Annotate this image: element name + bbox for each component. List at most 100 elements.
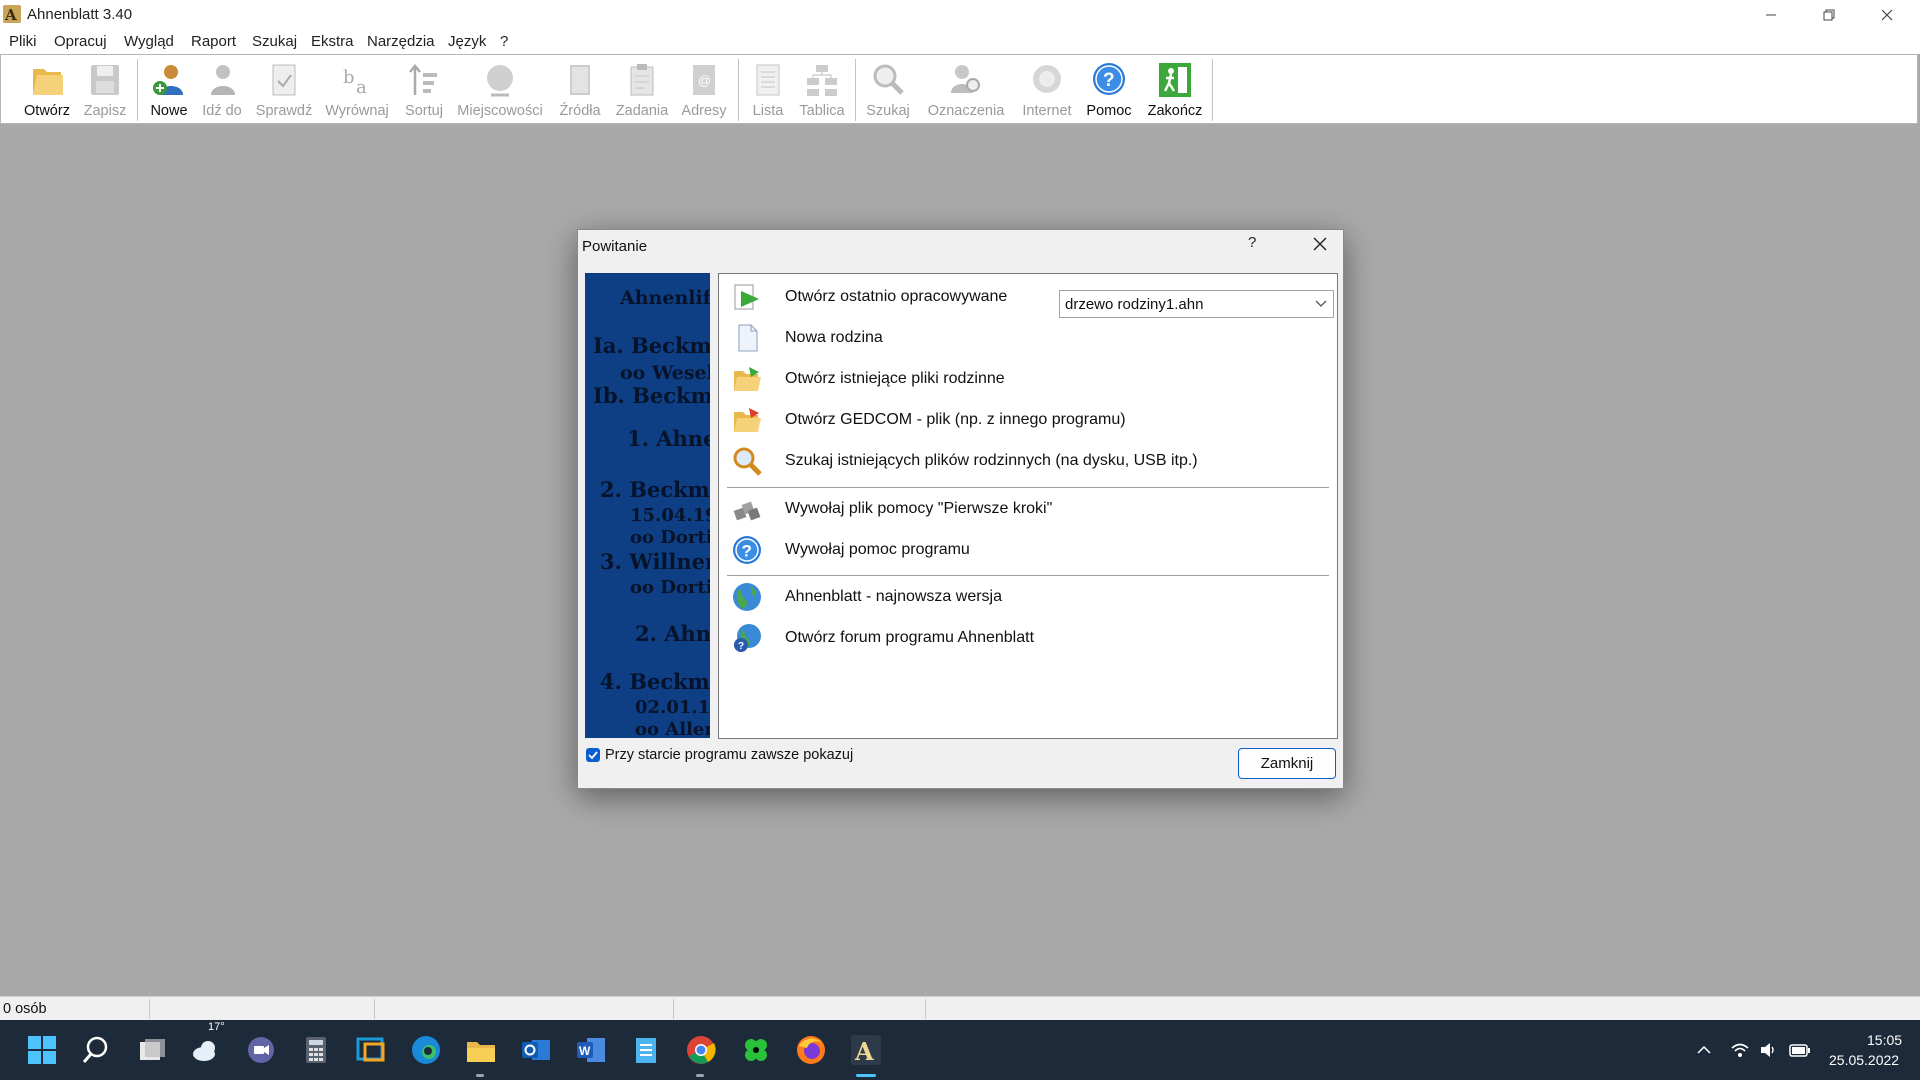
restore-button[interactable] <box>1800 0 1858 30</box>
menu-raport[interactable]: Raport <box>191 33 236 50</box>
dialog-help-button[interactable]: ? <box>1248 234 1256 251</box>
toolbar-marks-button[interactable]: Oznaczenia <box>921 57 1011 123</box>
svg-text:a: a <box>356 77 367 98</box>
menu-ekstra[interactable]: Ekstra <box>311 33 354 50</box>
open-gedcom-item[interactable]: Otwórz GEDCOM - plik (np. z innego progr… <box>731 403 1331 437</box>
svg-text:?: ? <box>742 542 752 561</box>
battery-icon[interactable] <box>1788 1040 1812 1060</box>
new-document-icon <box>738 324 758 352</box>
svg-text:A: A <box>4 6 17 24</box>
weather-icon[interactable] <box>190 1034 222 1066</box>
welcome-actions-panel: Otwórz ostatnio opracowywane drzewo rodz… <box>718 273 1338 739</box>
program-help-item[interactable]: ? Wywołaj pomoc programu <box>731 533 1331 567</box>
notepad-icon[interactable] <box>630 1034 662 1066</box>
svg-text:A: A <box>854 1037 874 1066</box>
open-gedcom-icon <box>734 408 761 432</box>
toolbar-chart-button[interactable]: Tablica <box>795 57 849 123</box>
calculator-icon[interactable] <box>300 1034 332 1066</box>
edge-browser-icon[interactable] <box>410 1034 442 1066</box>
toolbar-help-button[interactable]: ? Pomoc <box>1081 57 1137 123</box>
ahnenliste-banner-image: Ahnenlifte Ia. Beckmann oo Wesel Ib. Bec… <box>585 273 710 738</box>
latest-version-item[interactable]: Ahnenblatt - najnowsza wersja <box>731 580 1331 614</box>
restore-icon <box>1823 9 1835 21</box>
svg-text:W: W <box>579 1044 591 1058</box>
toolbar-align-button[interactable]: ba Wyrównaj <box>319 57 395 123</box>
toolbar-sources-button[interactable]: Źródła <box>551 57 609 123</box>
chevron-down-icon <box>1315 300 1327 307</box>
toolbar-open-button[interactable]: Otwórz <box>17 57 77 123</box>
window-title: Ahnenblatt 3.40 <box>27 6 133 23</box>
open-recent-icon <box>734 284 759 310</box>
menu-jezyk[interactable]: Język <box>448 33 486 50</box>
file-explorer-icon[interactable] <box>465 1034 497 1066</box>
add-person-icon <box>153 65 183 95</box>
first-steps-help-item[interactable]: Wywołaj plik pomocy "Pierwsze kroki" <box>731 492 1331 526</box>
speaker-icon[interactable] <box>1758 1040 1778 1060</box>
search-files-icon <box>733 447 762 476</box>
chrome-icon[interactable] <box>685 1034 717 1066</box>
checkmark-icon <box>588 751 598 760</box>
minimize-button[interactable] <box>1742 0 1800 30</box>
search-icon[interactable] <box>80 1034 112 1066</box>
word-icon[interactable]: W <box>575 1034 607 1066</box>
toolbar-goto-button[interactable]: Idź do <box>195 57 249 123</box>
check-document-icon <box>272 64 296 96</box>
windows-start-icon[interactable] <box>26 1034 58 1066</box>
open-folder-icon <box>734 367 761 391</box>
open-family-files-item[interactable]: Otwórz istniejące pliki rodzinne <box>731 362 1331 396</box>
clover-app-icon[interactable] <box>740 1034 772 1066</box>
toolbar-search-button[interactable]: Szukaj <box>861 57 915 123</box>
toolbar-internet-button[interactable]: Internet <box>1015 57 1079 123</box>
close-dialog-button[interactable]: Zamknij <box>1238 748 1336 779</box>
book-icon <box>570 65 590 95</box>
teams-chat-icon[interactable] <box>245 1034 277 1066</box>
outlook-icon[interactable] <box>520 1034 552 1066</box>
toolbar-list-button[interactable]: Lista <box>743 57 793 123</box>
chevron-up-icon[interactable] <box>1696 1042 1712 1058</box>
remote-desktop-icon[interactable] <box>355 1034 387 1066</box>
dialog-close-button[interactable] <box>1303 232 1337 256</box>
toolbar-sort-button[interactable]: Sortuj <box>397 57 451 123</box>
search-family-files-item[interactable]: Szukaj istniejących plików rodzinnych (n… <box>731 444 1331 478</box>
ahnenblatt-taskbar-icon[interactable]: A <box>850 1034 882 1066</box>
svg-text:?: ? <box>1103 70 1115 91</box>
show-on-start-checkbox[interactable] <box>586 748 600 762</box>
menu-wyglad[interactable]: Wygląd <box>124 33 174 50</box>
dialog-title: Powitanie <box>582 238 648 255</box>
new-family-item[interactable]: Nowa rodzina <box>731 321 1331 355</box>
help-icon: ? <box>733 536 761 564</box>
close-icon <box>1313 237 1327 251</box>
menu-help[interactable]: ? <box>500 33 508 50</box>
toolbar-exit-button[interactable]: Zakończ <box>1141 57 1209 123</box>
floppy-icon <box>91 65 119 95</box>
close-window-button[interactable] <box>1858 0 1916 30</box>
task-view-icon[interactable] <box>136 1034 168 1066</box>
status-bar: 0 osób <box>0 996 1920 1021</box>
svg-text:@: @ <box>698 73 711 88</box>
show-on-start-label: Przy starcie programu zawsze pokazuj <box>605 747 854 763</box>
menu-pliki[interactable]: Pliki <box>9 33 37 50</box>
open-recent-item[interactable]: Otwórz ostatnio opracowywane drzewo rodz… <box>731 280 1334 318</box>
folder-icon <box>33 69 63 95</box>
toolbar-save-button[interactable]: Zapisz <box>77 57 133 123</box>
toolbar: Otwórz Zapisz Nowe Idź do Sprawdź ba Wyr… <box>0 54 1918 124</box>
wifi-icon[interactable] <box>1730 1040 1750 1060</box>
app-logo-icon: A <box>3 5 21 24</box>
weather-temperature: 17° <box>208 1021 225 1033</box>
toolbar-check-button[interactable]: Sprawdź <box>251 57 317 123</box>
toolbar-places-button[interactable]: Miejscowości <box>453 57 547 123</box>
menu-szukaj[interactable]: Szukaj <box>252 33 297 50</box>
firefox-icon[interactable] <box>795 1034 827 1066</box>
tree-chart-icon <box>807 65 837 96</box>
menu-narzedzia[interactable]: Narzędzia <box>367 33 435 50</box>
internet-globe-icon <box>1033 65 1061 93</box>
toolbar-addresses-button[interactable]: @ Adresy <box>675 57 733 123</box>
menu-opracuj[interactable]: Opracuj <box>54 33 107 50</box>
toolbar-tasks-button[interactable]: Zadania <box>611 57 673 123</box>
align-text-icon: ba <box>343 67 367 98</box>
open-forum-item[interactable]: ? Otwórz forum programu Ahnenblatt <box>731 621 1331 655</box>
toolbar-new-button[interactable]: Nowe <box>143 57 195 123</box>
address-book-icon: @ <box>693 65 715 95</box>
recent-file-dropdown[interactable]: drzewo rodziny1.ahn <box>1059 290 1334 318</box>
globe-icon <box>487 65 513 97</box>
